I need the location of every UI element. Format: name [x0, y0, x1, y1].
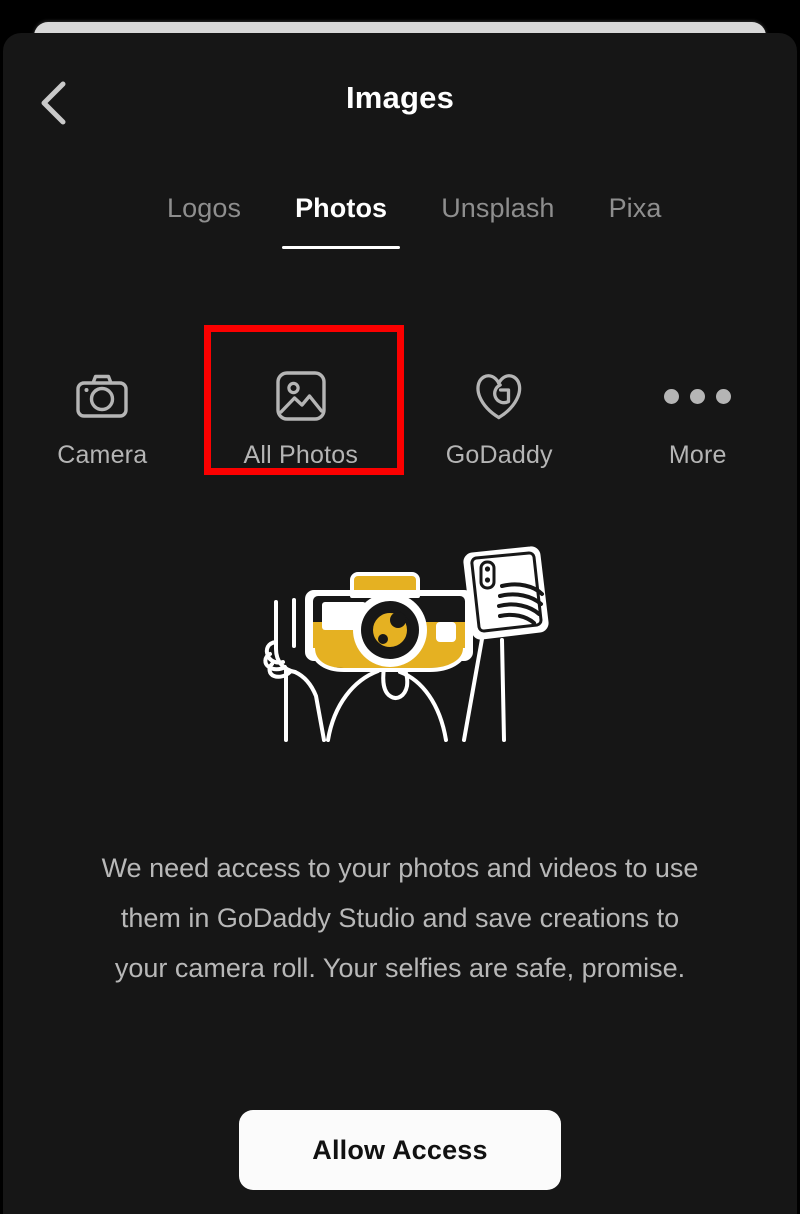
permission-body-text: We need access to your photos and videos… — [101, 853, 699, 983]
cta-container: Allow Access — [3, 1110, 797, 1190]
person-with-camera-head-icon — [263, 546, 549, 742]
images-sheet: Images Logos Photos Unsplash Pixa Camera… — [3, 33, 797, 1214]
tab-label: Unsplash — [441, 193, 555, 223]
godaddy-logo-icon — [472, 367, 526, 425]
permission-illustration — [3, 529, 797, 769]
source-label: GoDaddy — [445, 441, 553, 469]
tab-pixabay[interactable]: Pixa — [609, 185, 662, 224]
ellipsis-dots — [664, 367, 732, 425]
source-item-godaddy[interactable]: GoDaddy — [400, 325, 599, 515]
ellipsis-icon — [664, 367, 732, 425]
source-item-all-photos[interactable]: All Photos — [202, 325, 401, 515]
page-title: Images — [345, 80, 455, 115]
tab-label: Pixa — [608, 193, 662, 223]
source-label: Camera — [57, 441, 148, 469]
allow-access-button[interactable]: Allow Access — [239, 1110, 561, 1190]
photo-source-row: Camera All Photos GoDaddy More — [3, 325, 797, 515]
app-screen: Images Logos Photos Unsplash Pixa Camera… — [0, 0, 800, 1214]
source-label: All Photos — [243, 441, 359, 469]
image-photo-icon — [275, 367, 327, 425]
tab-photos[interactable]: Photos — [282, 185, 401, 249]
sheet-header: Images — [3, 33, 797, 143]
tab-label: Logos — [167, 193, 242, 223]
category-tabs[interactable]: Logos Photos Unsplash Pixa — [3, 185, 797, 275]
source-item-camera[interactable]: Camera — [3, 325, 202, 515]
tab-label: Photos — [295, 193, 388, 223]
source-item-more[interactable]: More — [599, 325, 798, 515]
tab-unsplash[interactable]: Unsplash — [441, 185, 554, 224]
source-label: More — [668, 441, 727, 469]
tab-active-underline — [282, 246, 401, 249]
camera-icon — [75, 367, 129, 425]
tab-logos[interactable]: Logos — [167, 185, 241, 224]
